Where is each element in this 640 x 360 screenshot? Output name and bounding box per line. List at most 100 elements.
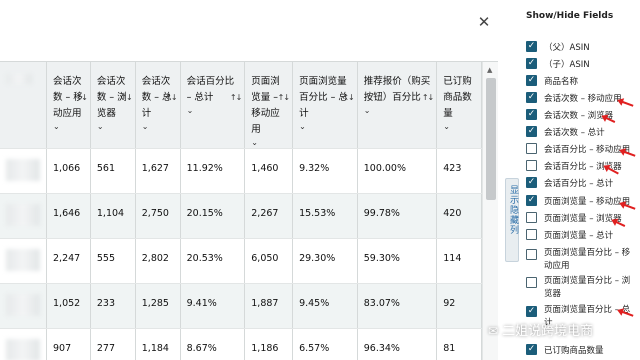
- field-label: 会话次数 – 移动应用: [544, 94, 622, 104]
- table-cell: 20.15%: [180, 193, 246, 239]
- sort-arrows-icon[interactable]: ↑↓: [165, 90, 177, 106]
- field-label: （子）ASIN: [544, 60, 590, 70]
- chevron-down-icon[interactable]: ⌄: [299, 122, 353, 132]
- checkbox[interactable]: ✓: [526, 109, 537, 120]
- table-cell: 11.92%: [180, 148, 246, 194]
- column-header-label: 页面浏览量 – 移动应用: [251, 76, 280, 135]
- checkbox[interactable]: [526, 249, 537, 260]
- table-cell: 2,802: [135, 238, 181, 284]
- sort-arrows-icon[interactable]: ↑↓: [75, 90, 87, 106]
- checkbox[interactable]: [526, 143, 537, 154]
- column-header-page-views-percentage-total[interactable]: 页面浏览量百分比 – 总计 ⌄ ↑↓: [292, 62, 358, 149]
- table-cell: 15.53%: [292, 193, 358, 239]
- table-cell: 277: [90, 328, 136, 360]
- close-icon[interactable]: ✕: [476, 14, 492, 30]
- field-label: 页面浏览量 – 总计: [544, 231, 614, 241]
- scroll-up-icon[interactable]: ▲: [487, 66, 492, 74]
- table-cell: 9.45%: [292, 283, 358, 329]
- table-cell: 2,750: [135, 193, 181, 239]
- blurred-cell: [0, 283, 47, 329]
- table-row: 1,066 561 1,627 11.92% 1,460 9.32% 100.0…: [0, 148, 482, 194]
- sort-arrows-icon[interactable]: ↑↓: [230, 90, 242, 106]
- blurred-cell: [0, 193, 47, 239]
- checkbox[interactable]: [526, 277, 537, 288]
- report-table-container: 会话次数 – 移动应用 ⌄ ↑↓ 会话次数 – 浏览器 ⌄ ↑↓ 会话次数 – 总计 ⌄ ↑…: [0, 62, 482, 360]
- field-label: 会话百分比 – 总计: [544, 179, 614, 189]
- column-header-sessions-browser[interactable]: 会话次数 – 浏览器 ⌄ ↑↓: [90, 62, 136, 149]
- table-row: 2,247 555 2,802 20.53% 6,050 29.30% 59.3…: [0, 238, 482, 284]
- table-cell: 29.30%: [292, 238, 358, 284]
- table-cell: 1,052: [46, 283, 91, 329]
- checkbox[interactable]: ✓: [526, 344, 537, 355]
- table-cell: 1,887: [244, 283, 294, 329]
- table-cell: 1,186: [244, 328, 294, 360]
- column-header-units-ordered[interactable]: 已订购商品数量 ⌄: [436, 62, 482, 149]
- table-row: 1,052 233 1,285 9.41% 1,887 9.45% 83.07%…: [0, 283, 482, 329]
- field-label: 页面浏览量百分比 – 浏览器: [544, 276, 631, 299]
- chevron-down-icon[interactable]: ⌄: [251, 138, 288, 148]
- column-header-session-percentage-total[interactable]: 会话百分比 – 总计 ⌄ ↑↓: [180, 62, 246, 149]
- table-cell: 423: [436, 148, 482, 194]
- checkbox[interactable]: ✓: [526, 177, 537, 188]
- table-cell: 1,104: [90, 193, 136, 239]
- sort-arrows-icon[interactable]: ↑↓: [278, 90, 290, 106]
- field-label: 商品名称: [544, 77, 579, 87]
- column-header-label: 推荐报价（购买按钮）百分比: [363, 76, 431, 103]
- table-cell: 1,627: [135, 148, 181, 194]
- table-row: 907 277 1,184 8.67% 1,186 6.57% 96.34% 8…: [0, 328, 482, 360]
- table-cell: 1,460: [244, 148, 294, 194]
- checkbox[interactable]: ✓: [526, 41, 537, 52]
- field-label: （父）ASIN: [544, 43, 590, 53]
- table-cell: 2,247: [46, 238, 91, 284]
- checkbox[interactable]: [526, 160, 537, 171]
- chevron-down-icon[interactable]: ⌄: [53, 122, 86, 132]
- table-scrollbar[interactable]: ▲: [482, 62, 498, 360]
- table-cell: 2,267: [244, 193, 294, 239]
- table-cell: 1,285: [135, 283, 181, 329]
- field-label: 会话次数 – 总计: [544, 128, 605, 138]
- table-cell: 9.41%: [180, 283, 246, 329]
- checkbox[interactable]: ✓: [526, 306, 537, 317]
- table-cell: 8.67%: [180, 328, 246, 360]
- sort-arrows-icon[interactable]: ↑↓: [120, 90, 132, 106]
- scrollbar-thumb[interactable]: [486, 78, 496, 200]
- chevron-down-icon[interactable]: ⌄: [443, 122, 477, 132]
- table-cell: 420: [436, 193, 482, 239]
- table-cell: 114: [436, 238, 482, 284]
- sort-arrows-icon[interactable]: ↑↓: [342, 90, 354, 106]
- column-header-sessions-total[interactable]: 会话次数 – 总计 ⌄ ↑↓: [135, 62, 181, 149]
- show-hide-fields-panel: Show/Hide Fields ✓ （父）ASIN ✓ （子）ASIN ✓ 商品名称…: [522, 0, 640, 360]
- blurred-cell: [0, 148, 47, 194]
- chevron-down-icon[interactable]: ⌄: [364, 106, 433, 116]
- chevron-down-icon[interactable]: ⌄: [187, 106, 241, 116]
- table-cell: 20.53%: [180, 238, 246, 284]
- checkbox[interactable]: ✓: [526, 58, 537, 69]
- checkbox[interactable]: ✓: [526, 195, 537, 206]
- checkbox[interactable]: ✓: [526, 126, 537, 137]
- chevron-down-icon[interactable]: ⌄: [142, 122, 176, 132]
- field-label: 页面浏览量百分比 – 移动应用: [544, 248, 631, 271]
- column-header-label: 会话百分比 – 总计: [186, 76, 235, 103]
- checkbox[interactable]: ✓: [526, 92, 537, 103]
- field-label: 已订购商品数量: [544, 346, 604, 356]
- table-cell: 907: [46, 328, 91, 360]
- checkbox[interactable]: [526, 212, 537, 223]
- table-cell: 81: [436, 328, 482, 360]
- column-header-page-views-mobile[interactable]: 页面浏览量 – 移动应用 ⌄ ↑↓: [244, 62, 294, 149]
- table-cell: 6.57%: [292, 328, 358, 360]
- column-header-blurred: [0, 62, 47, 149]
- table-cell: 96.34%: [357, 328, 438, 360]
- table-cell: 83.07%: [357, 283, 438, 329]
- chevron-down-icon[interactable]: ⌄: [97, 122, 131, 132]
- show-hide-columns-label: 显示隐藏列: [508, 185, 518, 235]
- sort-arrows-icon[interactable]: ↑↓: [422, 90, 434, 106]
- column-header-sessions-mobile[interactable]: 会话次数 – 移动应用 ⌄ ↑↓: [46, 62, 91, 149]
- show-hide-columns-tab[interactable]: 显示隐藏列: [505, 178, 519, 262]
- checkbox[interactable]: ✓: [526, 75, 537, 86]
- checkbox[interactable]: [526, 229, 537, 240]
- blurred-cell: [0, 238, 47, 284]
- table-cell: 100.00%: [357, 148, 438, 194]
- table-cell: 59.30%: [357, 238, 438, 284]
- report-table: 会话次数 – 移动应用 ⌄ ↑↓ 会话次数 – 浏览器 ⌄ ↑↓ 会话次数 – 总计 ⌄ ↑…: [0, 62, 482, 360]
- column-header-buy-box-percentage[interactable]: 推荐报价（购买按钮）百分比 ⌄ ↑↓: [357, 62, 438, 149]
